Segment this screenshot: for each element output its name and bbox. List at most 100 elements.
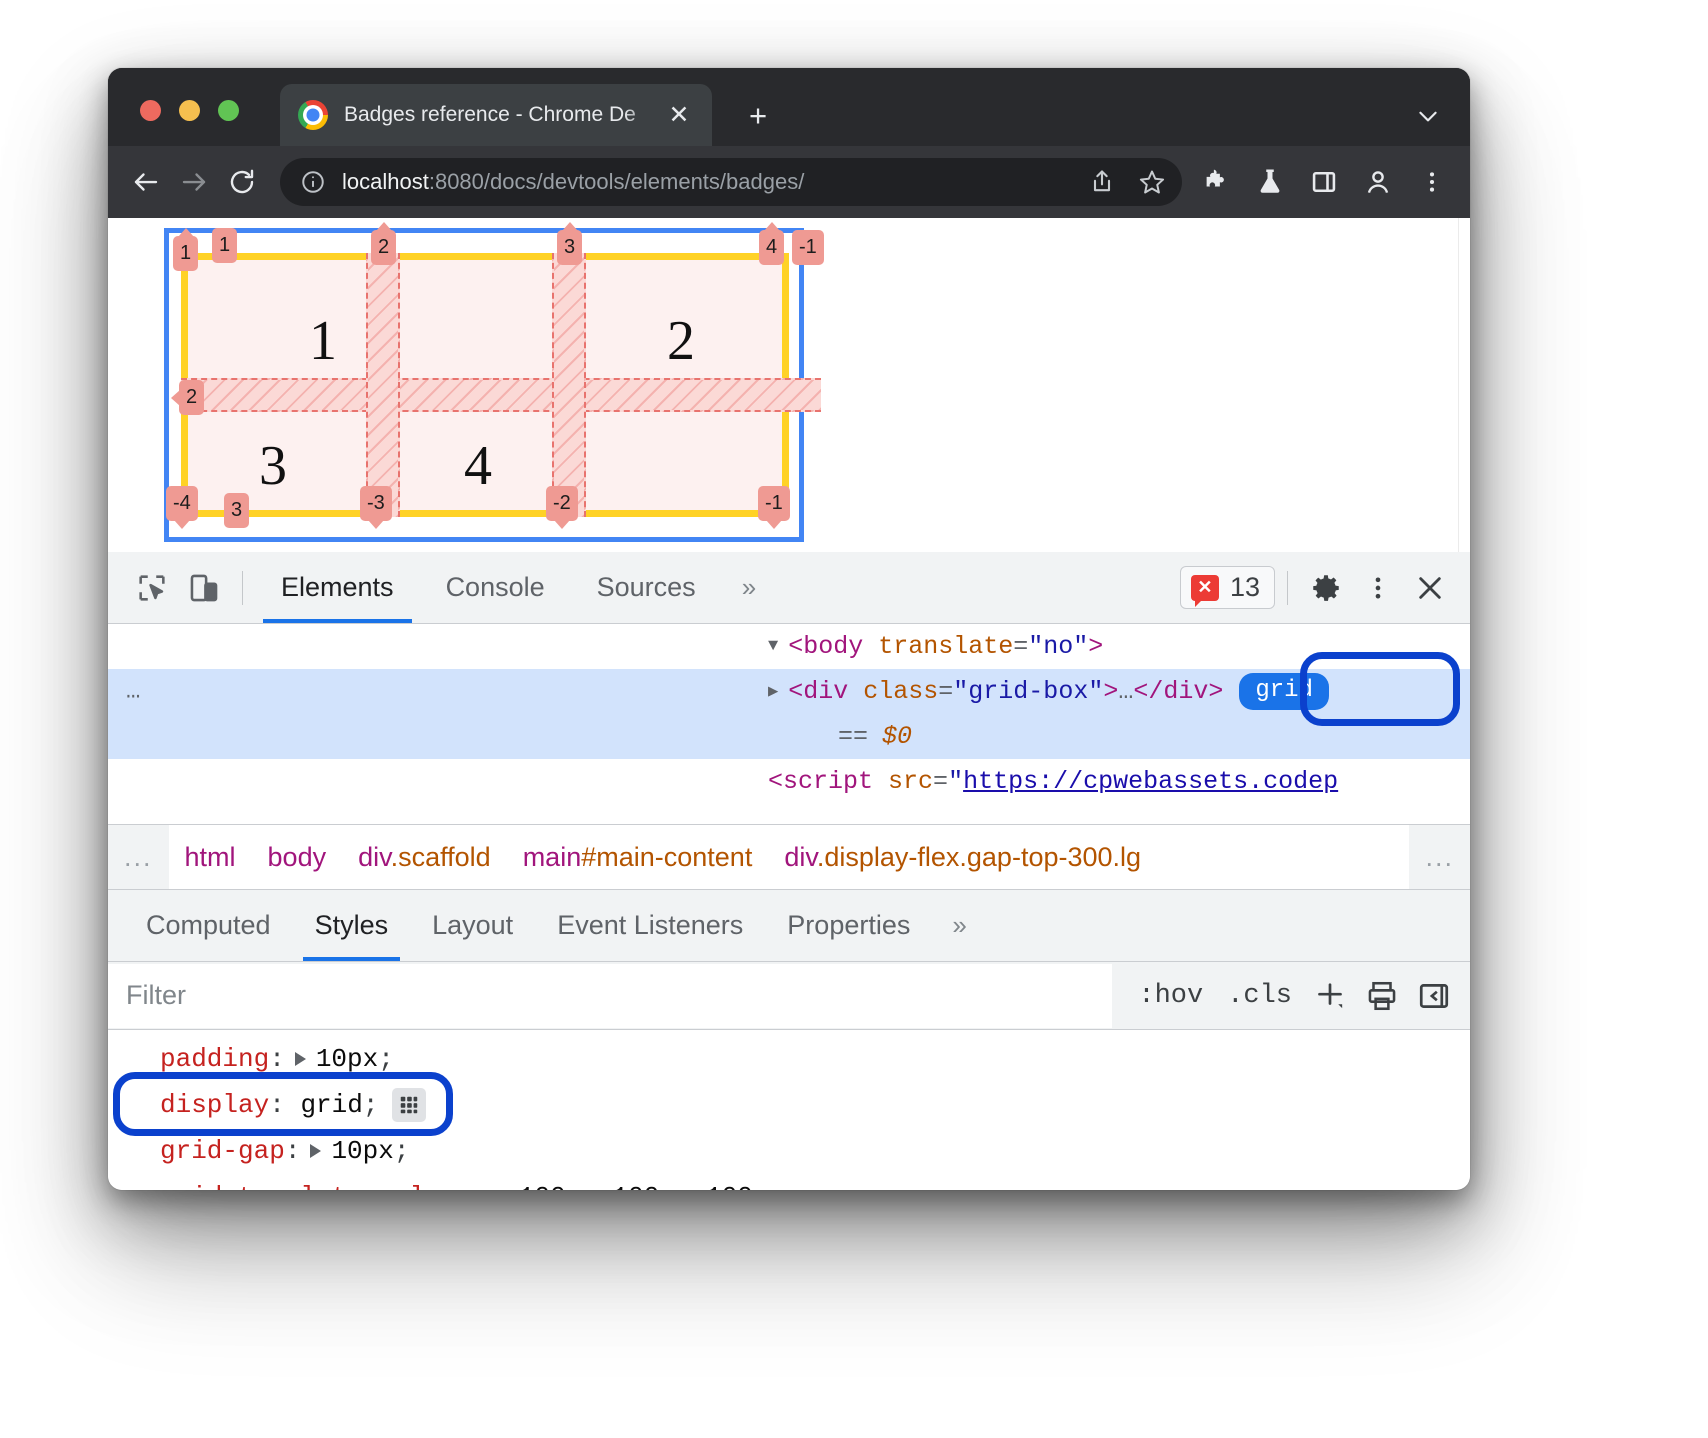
dom-row-body[interactable]: ▼<body translate="no"> <box>108 624 1470 669</box>
pane-tab-computed[interactable]: Computed <box>124 890 293 961</box>
devtools-panel: Elements Console Sources » ✕ 13 <box>108 552 1470 1190</box>
breadcrumb-overflow-right[interactable]: ... <box>1409 825 1470 889</box>
dom-row-grid-box[interactable]: … ▶<div class="grid-box">…</div> grid <box>108 669 1470 714</box>
breadcrumb-item-main-content[interactable]: main#main-content <box>507 842 769 873</box>
more-tabs-icon[interactable]: » <box>722 572 776 603</box>
page-viewport: 1 2 3 4 1 1 2 3 4 -1 2 -4 3 -3 -2 -1 <box>108 218 1470 552</box>
css-declaration-grid-gap[interactable]: grid-gap:10px; <box>160 1128 1470 1174</box>
grid-badge[interactable]: grid <box>1239 673 1329 710</box>
filter-input[interactable]: Filter <box>108 964 1112 1028</box>
styles-declarations: padding:10px; display: grid; grid-gap:10… <box>108 1030 1470 1190</box>
new-tab-button[interactable]: + <box>738 96 778 136</box>
tab-elements[interactable]: Elements <box>255 552 420 623</box>
minimize-window-button[interactable] <box>179 100 200 121</box>
maximize-window-button[interactable] <box>218 100 239 121</box>
labs-flask-icon[interactable] <box>1246 158 1294 206</box>
toggle-sidebar-icon[interactable] <box>1408 970 1460 1022</box>
grid-overlay: 1 2 3 4 1 1 2 3 4 -1 2 -4 3 -3 -2 -1 <box>164 228 804 542</box>
address-bar[interactable]: localhost:8080/docs/devtools/elements/ba… <box>280 158 1182 206</box>
info-circle-icon[interactable] <box>298 167 328 197</box>
css-semicolon: ; <box>784 1182 800 1190</box>
chrome-logo-icon <box>298 100 328 130</box>
dom-row-script[interactable]: <script src="https://cpwebassets.codep <box>108 759 1470 804</box>
breadcrumb-main: div <box>784 842 817 872</box>
grid-line-badge-row-2: 2 <box>179 380 204 415</box>
css-property[interactable]: grid-gap <box>160 1136 285 1166</box>
cls-toggle[interactable]: .cls <box>1215 981 1304 1011</box>
css-value[interactable]: 10px <box>331 1136 393 1166</box>
dom-script-url[interactable]: https://cpwebassets.codep <box>963 767 1338 796</box>
css-declaration-padding[interactable]: padding:10px; <box>160 1036 1470 1082</box>
breadcrumb-main: div <box>358 842 391 872</box>
gear-icon[interactable] <box>1300 562 1352 614</box>
collapse-twisty-icon[interactable]: ▶ <box>768 681 778 702</box>
pane-tab-event-listeners[interactable]: Event Listeners <box>535 890 765 961</box>
expand-twisty-icon[interactable] <box>310 1144 321 1158</box>
error-count-badge[interactable]: ✕ 13 <box>1180 566 1275 609</box>
close-window-button[interactable] <box>140 100 161 121</box>
grid-line-badge-col-1: 1 <box>173 236 198 271</box>
extensions-puzzle-icon[interactable] <box>1192 158 1240 206</box>
grid-gap-col-2 <box>366 253 400 517</box>
breadcrumb-main: main <box>523 842 582 872</box>
profile-avatar-icon[interactable] <box>1354 158 1402 206</box>
console-ref-eq: == <box>838 722 868 751</box>
css-value[interactable]: grid <box>300 1090 362 1120</box>
menu-kebab-icon[interactable] <box>1408 158 1456 206</box>
css-value[interactable]: 10px <box>316 1044 378 1074</box>
expand-twisty-icon[interactable]: ▼ <box>768 637 778 656</box>
tab-sources[interactable]: Sources <box>571 552 722 623</box>
menu-kebab-icon[interactable] <box>1352 562 1404 614</box>
css-property[interactable]: grid-template-columns <box>160 1182 488 1190</box>
breadcrumb-main: body <box>268 842 327 872</box>
page-scrollbar[interactable] <box>1458 218 1470 552</box>
grid-line-badge-col-neg3: -3 <box>360 486 392 521</box>
css-property[interactable]: padding <box>160 1044 269 1074</box>
reload-icon[interactable] <box>218 158 266 206</box>
close-x-icon[interactable] <box>1404 562 1456 614</box>
error-x-icon: ✕ <box>1191 575 1219 601</box>
grid-area-badge-3: 3 <box>224 493 249 528</box>
dom-attr-src: src <box>873 767 933 796</box>
dom-attr-class: class <box>848 677 938 706</box>
css-declaration-grid-template-columns[interactable]: grid-template-columns: 100px 100px 100px… <box>160 1174 1470 1190</box>
pane-tab-layout[interactable]: Layout <box>410 890 535 961</box>
css-property[interactable]: display <box>160 1090 269 1120</box>
grid-toggle-icon[interactable] <box>392 1088 426 1122</box>
tab-console[interactable]: Console <box>420 552 571 623</box>
close-icon[interactable]: ✕ <box>662 98 696 132</box>
browser-tab[interactable]: Badges reference - Chrome De ✕ <box>280 84 712 146</box>
grid-cell-label-4: 4 <box>464 438 492 494</box>
share-icon[interactable] <box>1078 158 1126 206</box>
pane-more-tabs-icon[interactable]: » <box>932 910 986 941</box>
pane-tab-styles[interactable]: Styles <box>293 890 411 961</box>
device-toolbar-icon[interactable] <box>178 562 230 614</box>
forward-arrow-icon[interactable] <box>170 158 218 206</box>
side-panel-icon[interactable] <box>1300 158 1348 206</box>
css-colon: : <box>269 1044 285 1074</box>
breadcrumb-item-body[interactable]: body <box>252 842 343 873</box>
back-arrow-icon[interactable] <box>122 158 170 206</box>
css-colon: : <box>488 1182 519 1190</box>
toolbar-actions <box>1192 158 1456 206</box>
dom-tag-body: <body <box>788 632 863 661</box>
breadcrumb-item-html[interactable]: html <box>169 842 252 873</box>
chevron-down-icon[interactable] <box>1408 96 1448 136</box>
print-style-icon[interactable] <box>1356 970 1408 1022</box>
dom-eq-2: = <box>938 677 953 706</box>
expand-twisty-icon[interactable] <box>295 1052 306 1066</box>
breadcrumb-overflow-left[interactable]: ... <box>108 825 169 889</box>
pane-tab-properties[interactable]: Properties <box>765 890 932 961</box>
inspect-cursor-icon[interactable] <box>126 562 178 614</box>
hov-toggle[interactable]: :hov <box>1126 981 1215 1011</box>
plus-icon[interactable] <box>1304 970 1356 1022</box>
grid-line-row-bottom <box>181 510 789 517</box>
grid-cell-label-1: 1 <box>309 313 337 369</box>
breadcrumb-item-scaffold[interactable]: div.scaffold <box>342 842 507 873</box>
breadcrumb-item-display-flex[interactable]: div.display-flex.gap-top-300.lg <box>768 842 1157 873</box>
css-declaration-display[interactable]: display: grid; <box>160 1082 1470 1128</box>
dom-eq-3: = <box>933 767 948 796</box>
styles-filter-bar: Filter :hov .cls <box>108 962 1470 1030</box>
css-value[interactable]: 100px 100px 100px <box>519 1182 784 1190</box>
bookmark-star-icon[interactable] <box>1128 158 1176 206</box>
